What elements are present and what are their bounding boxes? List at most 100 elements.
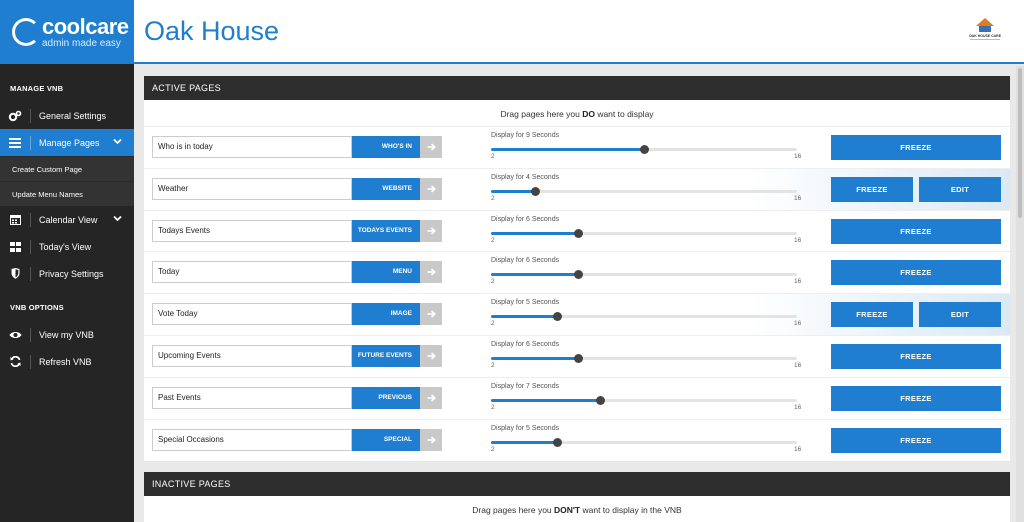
display-duration-label: Display for 9 Seconds: [491, 132, 560, 139]
nav-manage-pages[interactable]: Manage Pages: [0, 129, 134, 156]
arrow-right-icon[interactable]: [420, 428, 442, 451]
nav-general-settings[interactable]: General Settings: [0, 102, 134, 129]
nav-privacy-settings[interactable]: Privacy Settings: [0, 260, 134, 287]
nav-calendar-view[interactable]: Calendar View: [0, 206, 134, 233]
edit-button[interactable]: EDIT: [919, 302, 1001, 328]
brand-logo[interactable]: coolcare admin made easy: [0, 0, 134, 64]
arrow-right-icon[interactable]: [420, 136, 442, 158]
grid-icon: [0, 241, 30, 252]
chevron-down-icon: [113, 214, 122, 224]
duration-slider[interactable]: [491, 145, 797, 154]
page-name-field[interactable]: Special Occasions: [152, 428, 352, 451]
nav-create-custom-page[interactable]: Create Custom Page: [0, 156, 134, 181]
nav-label: Manage Pages: [39, 137, 100, 148]
page-row[interactable]: Today MENU Display for 6 Seconds 2 16 FREEZE: [144, 251, 1010, 293]
nav-update-menu-names[interactable]: Update Menu Names: [0, 181, 134, 206]
slider-min-label: 2: [491, 194, 495, 202]
brand-tagline: admin made easy: [42, 37, 121, 49]
active-pages-heading: ACTIVE PAGES: [144, 76, 1010, 100]
active-drop-zone[interactable]: Drag pages here you DO want to display: [144, 100, 1010, 126]
nav-label: Today's View: [39, 241, 92, 252]
nav-view-my-vnb[interactable]: View my VNB: [0, 321, 134, 348]
freeze-button[interactable]: FREEZE: [831, 385, 1001, 411]
scrollbar-thumb[interactable]: [1018, 68, 1022, 218]
slider-handle[interactable]: [574, 353, 583, 363]
display-duration-label: Display for 4 Seconds: [491, 173, 560, 181]
care-home-logo-text: OAK HOUSE CARE: [968, 34, 1002, 38]
slider-handle[interactable]: [596, 395, 605, 405]
slider-min-label: 2: [491, 403, 495, 411]
page-row[interactable]: Weather WEBSITE Display for 4 Seconds 2 16 FR…: [144, 167, 1010, 210]
page-name-field[interactable]: Today: [152, 261, 352, 284]
page-name-field[interactable]: Weather: [152, 177, 352, 200]
nav-label: Calendar View: [39, 214, 98, 225]
page-name-field[interactable]: Todays Events: [152, 219, 352, 242]
page-type-button[interactable]: SPECIAL: [352, 428, 420, 451]
display-duration-label: Display for 5 Seconds: [491, 299, 560, 307]
page-type-button[interactable]: IMAGE: [352, 303, 420, 326]
duration-slider[interactable]: [491, 312, 797, 322]
arrow-right-icon[interactable]: [420, 177, 442, 200]
freeze-button[interactable]: FREEZE: [831, 427, 1001, 453]
slider-handle[interactable]: [553, 312, 562, 322]
duration-slider[interactable]: [491, 228, 797, 238]
page-scrollbar[interactable]: [1016, 66, 1024, 522]
page-name-field[interactable]: Upcoming Events: [152, 344, 352, 367]
edit-button[interactable]: EDIT: [919, 176, 1001, 202]
slider-handle[interactable]: [553, 437, 562, 447]
page-row[interactable]: Vote Today IMAGE Display for 5 Seconds 2 16 F…: [144, 293, 1010, 335]
page-name-field[interactable]: Past Events: [152, 386, 352, 409]
duration-slider[interactable]: [491, 186, 797, 196]
page-type-button[interactable]: PREVIOUS EVENTS: [352, 386, 420, 423]
freeze-button[interactable]: FREEZE: [831, 260, 1001, 286]
display-duration-label: Display for 6 Seconds: [491, 340, 560, 348]
freeze-button[interactable]: FREEZE: [831, 135, 1001, 160]
slider-handle[interactable]: [574, 228, 583, 238]
page-type-button[interactable]: TODAYS EVENTS: [352, 219, 420, 242]
slider-fill: [491, 148, 644, 151]
eye-icon: [0, 331, 30, 339]
page-row[interactable]: Past Events PREVIOUS EVENTS Display for 7 …: [144, 376, 1010, 423]
arrow-right-icon[interactable]: [420, 344, 442, 367]
duration-slider[interactable]: [491, 270, 797, 280]
arrow-right-icon[interactable]: [420, 261, 442, 284]
arrow-right-icon[interactable]: [420, 219, 442, 242]
freeze-button[interactable]: FREEZE: [831, 302, 913, 328]
page-row[interactable]: Todays Events TODAYS EVENTS Display for 6 …: [144, 209, 1010, 252]
duration-slider[interactable]: [491, 395, 797, 405]
page-type-button[interactable]: WEBSITE: [352, 177, 420, 200]
nav-refresh-vnb[interactable]: Refresh VNB: [0, 348, 134, 375]
arrow-right-icon[interactable]: [420, 303, 442, 326]
freeze-button[interactable]: FREEZE: [831, 218, 1001, 244]
chevron-down-icon: [113, 137, 122, 147]
slider-handle[interactable]: [574, 270, 583, 280]
arrow-right-icon[interactable]: [420, 386, 442, 409]
sidebar: coolcare admin made easy MANAGE VNB Gene…: [0, 0, 134, 522]
page-row[interactable]: Who is in today WHO'S IN Display for 9 Sec…: [144, 126, 1010, 168]
care-home-logo: OAK HOUSE CARE: [968, 18, 1002, 48]
slider-fill: [491, 315, 557, 319]
slider-handle[interactable]: [531, 186, 540, 196]
calendar-icon: [0, 214, 30, 225]
nav-todays-view[interactable]: Today's View: [0, 233, 134, 260]
duration-slider[interactable]: [491, 437, 797, 447]
section-heading-manage-vnb: MANAGE VNB: [10, 84, 64, 93]
page-name-field[interactable]: Vote Today: [152, 303, 352, 326]
page-row[interactable]: Special Occasions SPECIAL Display for 5 Se…: [144, 418, 1010, 461]
slider-fill: [491, 273, 578, 277]
active-pages-list: Who is in today WHO'S IN Display for 9 Sec…: [144, 126, 1010, 460]
duration-slider[interactable]: [491, 353, 797, 363]
page-row[interactable]: Upcoming Events FUTURE EVENTS Display for …: [144, 334, 1010, 377]
page-name-field[interactable]: Who is in today: [152, 136, 352, 158]
inactive-drop-zone[interactable]: Drag pages here you DON'T want to displa…: [144, 496, 1010, 522]
freeze-button[interactable]: FREEZE: [831, 176, 913, 202]
freeze-button[interactable]: FREEZE: [831, 343, 1001, 369]
slider-handle[interactable]: [640, 145, 649, 154]
slider-min-label: 2: [491, 445, 495, 453]
slider-max-label: 16: [794, 194, 802, 202]
slider-fill: [491, 356, 578, 360]
page-type-button[interactable]: WHO'S IN: [352, 136, 420, 158]
page-type-button[interactable]: MENU: [352, 261, 420, 284]
page-title: Oak House: [144, 16, 280, 46]
page-type-button[interactable]: FUTURE EVENTS: [352, 344, 420, 367]
